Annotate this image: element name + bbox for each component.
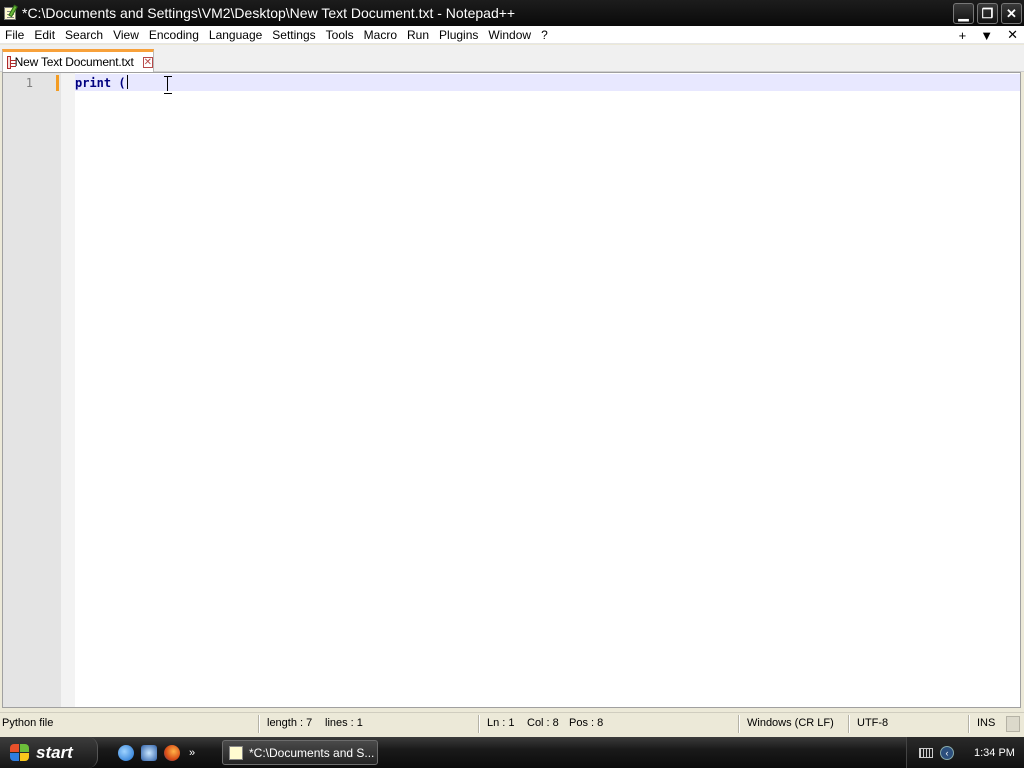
change-marker: [56, 75, 59, 91]
ibeam-cursor-icon: [164, 76, 172, 94]
menu-run[interactable]: Run: [402, 26, 434, 44]
fold-margin[interactable]: [61, 73, 75, 707]
code-text: (: [111, 76, 126, 90]
title-bar[interactable]: *C:\Documents and Settings\VM2\Desktop\N…: [0, 0, 1024, 26]
windows-logo-icon: [10, 743, 30, 762]
menu-help[interactable]: ?: [536, 26, 553, 44]
taskbar-notepad-label: *C:\Documents and S...: [249, 745, 375, 760]
quick-launch-more-icon[interactable]: »: [189, 747, 195, 759]
windows-media-icon[interactable]: [141, 744, 157, 761]
close-button[interactable]: ✕: [1001, 3, 1022, 24]
text-caret: [126, 75, 128, 89]
menu-settings[interactable]: Settings: [267, 26, 320, 44]
minimize-button[interactable]: ▁: [953, 3, 974, 24]
tab-list-dropdown-icon[interactable]: ▼: [980, 28, 993, 43]
resize-grip[interactable]: [1006, 716, 1020, 732]
quick-launch: »: [118, 744, 195, 761]
line-number: 1: [25, 76, 33, 90]
menu-window[interactable]: Window: [483, 26, 536, 44]
status-bar: Python file length : 7 lines : 1 Ln : 1 …: [0, 712, 1024, 735]
tray-expand-icon[interactable]: ‹: [940, 745, 954, 760]
restore-button[interactable]: ❐: [977, 3, 998, 24]
tab-new-text-document[interactable]: New Text Document.txt ✕: [2, 49, 154, 72]
menu-language[interactable]: Language: [204, 26, 267, 44]
window-title: *C:\Documents and Settings\VM2\Desktop\N…: [22, 5, 516, 21]
status-col: Col : 8: [527, 717, 559, 729]
line-number-gutter: 1: [3, 73, 61, 707]
status-lines: lines : 1: [325, 717, 363, 729]
status-insert-mode: INS: [977, 717, 996, 729]
menu-view[interactable]: View: [108, 26, 144, 44]
internet-explorer-icon[interactable]: [118, 744, 134, 761]
menu-bar: File Edit Search View Encoding Language …: [0, 26, 1024, 44]
new-document-plus-icon[interactable]: +: [959, 28, 967, 43]
status-pos: Pos : 8: [569, 717, 604, 729]
keyboard-icon[interactable]: [919, 747, 933, 758]
tab-label: New Text Document.txt: [14, 55, 134, 69]
status-eol: Windows (CR LF): [747, 717, 834, 729]
tab-close-icon[interactable]: ✕: [142, 56, 153, 68]
close-document-icon[interactable]: ✕: [1007, 27, 1018, 43]
status-file-type: Python file: [2, 717, 54, 729]
notepad-task-icon: [229, 745, 243, 760]
firefox-icon[interactable]: [164, 744, 180, 761]
menu-search[interactable]: Search: [60, 26, 108, 44]
status-encoding: UTF-8: [857, 717, 889, 729]
tab-bar: New Text Document.txt ✕: [0, 45, 1024, 72]
start-button[interactable]: start: [0, 737, 98, 768]
system-tray: ‹ 1:34 PM: [906, 737, 1024, 768]
menu-encoding[interactable]: Encoding: [144, 26, 204, 44]
menu-file[interactable]: File: [0, 26, 29, 44]
menu-macro[interactable]: Macro: [359, 26, 402, 44]
status-length: length : 7: [267, 717, 313, 729]
code-keyword: print: [75, 76, 112, 90]
code-line[interactable]: print (: [75, 75, 128, 90]
current-line-highlight: [75, 74, 1020, 91]
taskbar: start » *C:\Documents and S... ‹ 1:34 PM: [0, 737, 1024, 768]
status-ln: Ln : 1: [487, 717, 515, 729]
menu-edit[interactable]: Edit: [29, 26, 60, 44]
taskbar-notepad-button[interactable]: *C:\Documents and S...: [222, 740, 378, 765]
editor-area[interactable]: 1 print (: [2, 72, 1021, 708]
notepad-plus-plus-icon[interactable]: [3, 4, 19, 21]
clock[interactable]: 1:34 PM: [974, 747, 1015, 759]
start-label: start: [36, 742, 73, 762]
menu-tools[interactable]: Tools: [321, 26, 359, 44]
menu-plugins[interactable]: Plugins: [434, 26, 483, 44]
unsaved-file-icon: [7, 55, 16, 69]
